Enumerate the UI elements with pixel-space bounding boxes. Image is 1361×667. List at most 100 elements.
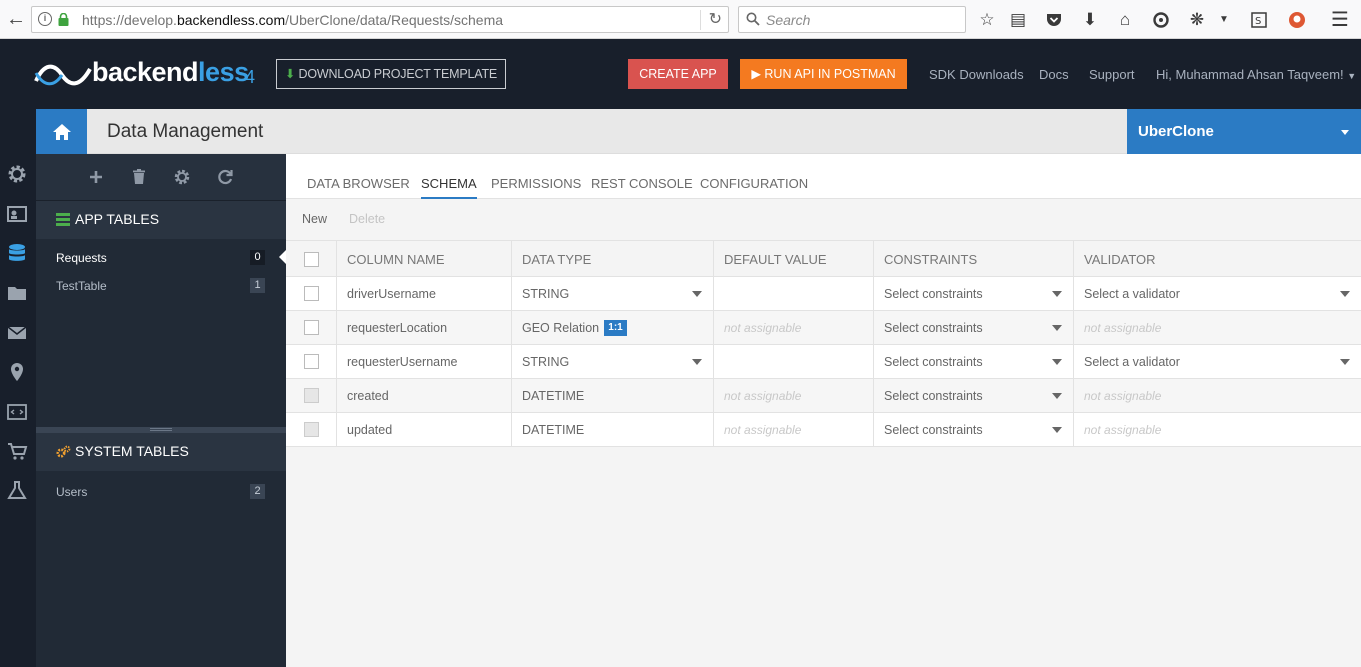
row-checkbox[interactable] bbox=[304, 320, 319, 335]
search-icon bbox=[746, 12, 760, 26]
select-all-checkbox[interactable] bbox=[304, 252, 319, 267]
sidebar-item-requests[interactable]: Requests 0 bbox=[36, 243, 286, 271]
search-placeholder: Search bbox=[766, 12, 811, 28]
constraints-select[interactable]: Select constraints bbox=[874, 345, 1074, 378]
constraints-select[interactable]: Select constraints bbox=[874, 277, 1074, 310]
constraints-select[interactable]: Select constraints bbox=[874, 311, 1074, 344]
table-name: Requests bbox=[56, 251, 107, 265]
tab-configuration[interactable]: CONFIGURATION bbox=[700, 176, 808, 197]
caret-down-icon bbox=[1052, 291, 1062, 297]
reload-icon[interactable]: ↻ bbox=[699, 10, 722, 30]
delete-table-icon[interactable] bbox=[129, 167, 149, 187]
reading-list-icon[interactable]: ▤ bbox=[1007, 9, 1029, 31]
bookmark-star-icon[interactable]: ☆ bbox=[976, 9, 998, 31]
not-assignable-text: not assignable bbox=[724, 423, 802, 437]
row-checkbox[interactable] bbox=[304, 286, 319, 301]
screenshot-icon[interactable]: S bbox=[1248, 9, 1270, 31]
sidebar-item-testtable[interactable]: TestTable 1 bbox=[36, 271, 286, 299]
tab-rest-console[interactable]: REST CONSOLE bbox=[591, 176, 693, 197]
grip-icon bbox=[150, 428, 172, 431]
table-name: Users bbox=[56, 485, 88, 499]
table-row[interactable]: created DATETIME not assignable Select c… bbox=[286, 379, 1361, 413]
folder-icon[interactable] bbox=[6, 282, 28, 304]
duckduckgo-icon[interactable] bbox=[1286, 9, 1308, 31]
users-card-icon[interactable] bbox=[6, 203, 28, 225]
flask-icon[interactable] bbox=[6, 479, 28, 501]
url-text: https://develop.backendless.com/UberClon… bbox=[82, 12, 504, 28]
constraints-select[interactable]: Select constraints bbox=[874, 379, 1074, 412]
caret-down-icon bbox=[1052, 359, 1062, 365]
envelope-icon[interactable] bbox=[6, 322, 28, 344]
cart-icon[interactable] bbox=[6, 440, 28, 462]
column-name: created bbox=[347, 389, 389, 403]
url-bar[interactable]: i https://develop.backendless.com/UberCl… bbox=[31, 6, 729, 33]
back-arrow-icon[interactable]: ← bbox=[4, 7, 28, 31]
header-default-value: DEFAULT VALUE bbox=[724, 252, 827, 267]
title-bar: Data Management bbox=[36, 109, 1127, 154]
table-header-row: COLUMN NAME DATA TYPE DEFAULT VALUE CONS… bbox=[286, 240, 1361, 277]
user-menu[interactable]: Hi, Muhammad Ahsan Taqveem! ▼ bbox=[1156, 67, 1356, 82]
data-type-value: STRING bbox=[522, 355, 570, 369]
tab-permissions[interactable]: PERMISSIONS bbox=[491, 176, 581, 197]
table-row[interactable]: requesterUsername STRING Select constrai… bbox=[286, 345, 1361, 379]
table-row[interactable]: updated DATETIME not assignable Select c… bbox=[286, 413, 1361, 447]
tab-bar: DATA BROWSER SCHEMA PERMISSIONS REST CON… bbox=[286, 154, 1361, 199]
app-selector[interactable]: UberClone bbox=[1127, 109, 1361, 154]
run-api-postman-button[interactable]: ▶ RUN API IN POSTMAN bbox=[740, 59, 907, 89]
extension-icon[interactable]: ❋ bbox=[1186, 9, 1208, 31]
validator-select[interactable]: Select a validator bbox=[1074, 345, 1361, 378]
chevron-down-icon[interactable]: ▼ bbox=[1213, 9, 1235, 31]
row-checkbox[interactable] bbox=[304, 354, 319, 369]
settings-gear-icon[interactable] bbox=[6, 163, 28, 185]
left-rail bbox=[0, 109, 36, 667]
app-name: UberClone bbox=[1138, 123, 1214, 140]
backendless-logo-icon[interactable] bbox=[34, 61, 92, 89]
menu-hamburger-icon[interactable]: ☰ bbox=[1329, 9, 1351, 31]
code-icon[interactable] bbox=[6, 401, 28, 423]
tab-data-browser[interactable]: DATA BROWSER bbox=[307, 176, 410, 197]
info-icon[interactable]: i bbox=[38, 12, 52, 26]
data-type-select[interactable]: STRING bbox=[512, 345, 714, 378]
sync-icon[interactable] bbox=[1150, 9, 1172, 31]
logo-text[interactable]: backendless bbox=[92, 57, 249, 88]
refresh-icon[interactable] bbox=[215, 167, 235, 187]
docs-link[interactable]: Docs bbox=[1039, 67, 1069, 82]
not-assignable-text: not assignable bbox=[724, 389, 802, 403]
header-constraints: CONSTRAINTS bbox=[884, 252, 978, 267]
default-value-input[interactable] bbox=[714, 345, 874, 378]
home-button[interactable] bbox=[36, 109, 87, 154]
search-input[interactable]: Search bbox=[738, 6, 966, 33]
relation-cardinality-badge[interactable]: 1:1 bbox=[604, 320, 627, 336]
new-column-button[interactable]: New bbox=[302, 212, 327, 226]
constraints-select[interactable]: Select constraints bbox=[874, 413, 1074, 446]
system-tables-heading: SYSTEM TABLES bbox=[36, 433, 286, 471]
tab-schema[interactable]: SCHEMA bbox=[421, 176, 477, 199]
map-pin-icon[interactable] bbox=[6, 361, 28, 383]
sdk-downloads-link[interactable]: SDK Downloads bbox=[929, 67, 1024, 82]
data-type-value: STRING bbox=[522, 287, 570, 301]
table-row[interactable]: driverUsername STRING Select constraints… bbox=[286, 277, 1361, 311]
sidebar-item-users[interactable]: Users 2 bbox=[36, 477, 286, 505]
add-table-icon[interactable] bbox=[86, 167, 106, 187]
header-validator: VALIDATOR bbox=[1084, 252, 1156, 267]
data-type-value: DATETIME bbox=[522, 389, 585, 403]
download-icon: ⬇ bbox=[284, 67, 296, 81]
data-type-select[interactable]: STRING bbox=[512, 277, 714, 310]
table-row[interactable]: requesterLocation GEO Relation 1:1 not as… bbox=[286, 311, 1361, 345]
download-icon[interactable]: ⬇ bbox=[1079, 9, 1101, 31]
create-app-button[interactable]: CREATE APP bbox=[628, 59, 728, 89]
caret-down-icon bbox=[1340, 359, 1350, 365]
caret-down-icon: ▼ bbox=[1347, 71, 1357, 81]
download-template-button[interactable]: ⬇ DOWNLOAD PROJECT TEMPLATE bbox=[276, 59, 506, 89]
pocket-icon[interactable] bbox=[1043, 9, 1065, 31]
caret-down-icon bbox=[692, 359, 702, 365]
home-icon[interactable]: ⌂ bbox=[1114, 9, 1136, 31]
support-link[interactable]: Support bbox=[1089, 67, 1135, 82]
database-icon[interactable] bbox=[6, 242, 28, 264]
column-name: driverUsername bbox=[347, 287, 436, 301]
delete-column-button[interactable]: Delete bbox=[349, 212, 385, 226]
validator-select[interactable]: Select a validator bbox=[1074, 277, 1361, 310]
table-settings-icon[interactable] bbox=[172, 167, 192, 187]
default-value-input[interactable] bbox=[714, 277, 874, 310]
page-title: Data Management bbox=[107, 121, 264, 142]
